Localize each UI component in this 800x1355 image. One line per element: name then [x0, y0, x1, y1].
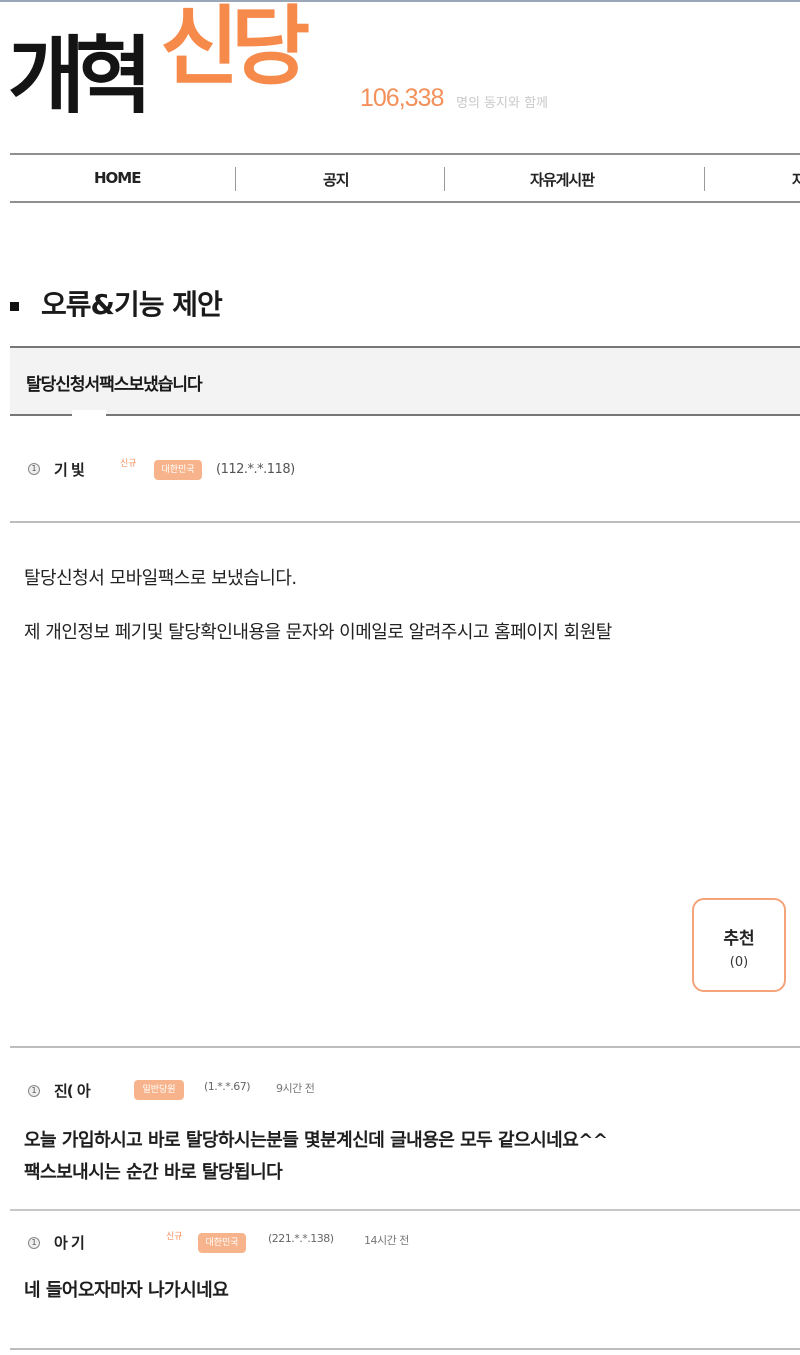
comment-time: 9시간 전 — [276, 1082, 315, 1095]
recommend-button[interactable]: 추천 (0) — [692, 898, 786, 992]
member-badge: 일반당원 — [134, 1080, 184, 1100]
divider — [10, 521, 800, 523]
comment-text-line: 오늘 가입하시고 바로 탈당하시는분들 몇분계신데 글내용은 모두 같으시네요^… — [24, 1130, 608, 1151]
board-heading: 오류&기능 제안 — [10, 283, 223, 323]
nav-item-free-board[interactable]: 자유게시판 — [530, 169, 595, 190]
main-nav: HOME 공지 자유게시판 자 — [10, 153, 800, 203]
post-author-name[interactable]: 기 빛 — [54, 459, 85, 480]
logo-text-orange: 신당 — [160, 0, 310, 97]
post-body-line: 제 개인정보 페기및 탈당확인내용을 문자와 이메일로 알려주시고 홈페이지 회… — [24, 622, 612, 643]
comment-author-name[interactable]: 아 기 — [54, 1232, 85, 1253]
divider — [10, 1046, 800, 1048]
nav-item-notice[interactable]: 공지 — [323, 169, 350, 190]
comment-text-line: 팩스보내시는 순간 바로 탈당됩니다 — [24, 1162, 283, 1183]
post-subject-bar: 탈당신청서팩스보냈습니다 — [10, 346, 800, 420]
logo-text-dark: 개혁 — [8, 27, 153, 125]
comment-author-ip: (221.*.*.138) — [268, 1232, 334, 1245]
board-title: 오류&기능 제안 — [41, 288, 223, 321]
new-member-mark: 신규 — [120, 459, 137, 469]
comment-author-name[interactable]: 진( 아 — [54, 1080, 91, 1101]
level-icon: 1 — [28, 1237, 40, 1249]
divider-gap — [72, 410, 106, 420]
level-icon: 1 — [28, 1085, 40, 1097]
post-body-line: 탈당신청서 모바일팩스로 보냈습니다. — [24, 568, 297, 589]
nav-item-more[interactable]: 자 — [792, 169, 800, 190]
member-badge: 대한민국 — [198, 1233, 246, 1253]
post-subject: 탈당신청서팩스보냈습니다 — [26, 375, 203, 395]
square-bullet-icon — [10, 301, 19, 311]
recommend-label: 추천 — [723, 929, 755, 949]
nav-item-home[interactable]: HOME — [94, 169, 141, 187]
comment-time: 14시간 전 — [364, 1234, 409, 1247]
post-author-ip: (112.*.*.118) — [216, 462, 295, 477]
recommend-count: (0) — [729, 955, 749, 970]
nav-separator — [704, 167, 705, 191]
nav-separator — [444, 167, 445, 191]
site-logo[interactable]: 개혁 신당 — [8, 4, 328, 124]
nav-separator — [235, 167, 236, 191]
top-border — [0, 0, 800, 2]
comment-author-ip: (1.*.*.67) — [204, 1080, 251, 1093]
comment-text-line: 네 들어오자마자 나가시네요 — [24, 1280, 229, 1301]
divider — [10, 1348, 800, 1350]
member-badge: 대한민국 — [154, 460, 202, 480]
level-icon: 1 — [28, 463, 40, 475]
new-member-mark: 신규 — [166, 1232, 183, 1242]
divider — [10, 1209, 800, 1211]
member-count: 106,338 — [360, 84, 444, 112]
member-count-suffix: 명의 동지와 함께 — [456, 96, 548, 111]
